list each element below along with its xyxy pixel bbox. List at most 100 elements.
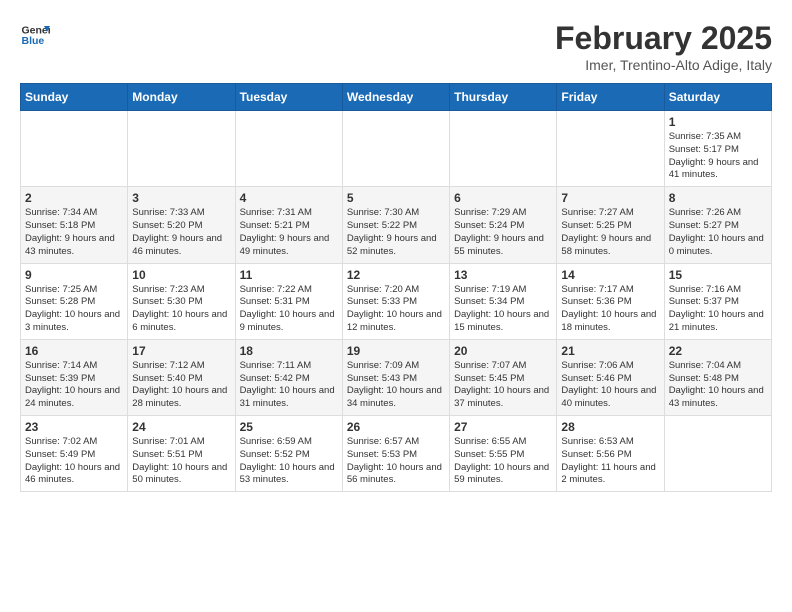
day-info: Sunrise: 7:11 AM Sunset: 5:42 PM Dayligh… bbox=[240, 360, 338, 411]
calendar-cell bbox=[664, 416, 771, 492]
day-info: Sunrise: 7:12 AM Sunset: 5:40 PM Dayligh… bbox=[132, 360, 230, 411]
day-number: 23 bbox=[25, 420, 123, 434]
calendar-week-row: 1 Sunrise: 7:35 AM Sunset: 5:17 PM Daylig… bbox=[21, 111, 772, 187]
calendar-cell: 28 Sunrise: 6:53 AM Sunset: 5:56 PM Dayli… bbox=[557, 416, 664, 492]
calendar-cell: 1 Sunrise: 7:35 AM Sunset: 5:17 PM Daylig… bbox=[664, 111, 771, 187]
calendar-cell bbox=[21, 111, 128, 187]
col-header-friday: Friday bbox=[557, 84, 664, 111]
col-header-thursday: Thursday bbox=[450, 84, 557, 111]
calendar-table: SundayMondayTuesdayWednesdayThursdayFrid… bbox=[20, 83, 772, 492]
day-number: 21 bbox=[561, 344, 659, 358]
day-info: Sunrise: 6:59 AM Sunset: 5:52 PM Dayligh… bbox=[240, 436, 338, 487]
day-number: 18 bbox=[240, 344, 338, 358]
calendar-cell: 20 Sunrise: 7:07 AM Sunset: 5:45 PM Dayli… bbox=[450, 339, 557, 415]
calendar-header-row: SundayMondayTuesdayWednesdayThursdayFrid… bbox=[21, 84, 772, 111]
title-block: February 2025 Imer, Trentino-Alto Adige,… bbox=[555, 20, 772, 73]
day-number: 15 bbox=[669, 268, 767, 282]
day-number: 28 bbox=[561, 420, 659, 434]
day-number: 2 bbox=[25, 191, 123, 205]
day-info: Sunrise: 7:19 AM Sunset: 5:34 PM Dayligh… bbox=[454, 284, 552, 335]
day-info: Sunrise: 7:35 AM Sunset: 5:17 PM Dayligh… bbox=[669, 131, 767, 182]
calendar-cell: 12 Sunrise: 7:20 AM Sunset: 5:33 PM Dayli… bbox=[342, 263, 449, 339]
day-info: Sunrise: 6:57 AM Sunset: 5:53 PM Dayligh… bbox=[347, 436, 445, 487]
day-info: Sunrise: 7:34 AM Sunset: 5:18 PM Dayligh… bbox=[25, 207, 123, 258]
col-header-monday: Monday bbox=[128, 84, 235, 111]
calendar-week-row: 16Sunrise: 7:14 AM Sunset: 5:39 PM Dayli… bbox=[21, 339, 772, 415]
calendar-week-row: 9 Sunrise: 7:25 AM Sunset: 5:28 PM Daylig… bbox=[21, 263, 772, 339]
day-number: 9 bbox=[25, 268, 123, 282]
calendar-cell: 14 Sunrise: 7:17 AM Sunset: 5:36 PM Dayli… bbox=[557, 263, 664, 339]
day-info: Sunrise: 7:09 AM Sunset: 5:43 PM Dayligh… bbox=[347, 360, 445, 411]
logo: General Blue bbox=[20, 20, 50, 50]
day-info: Sunrise: 7:22 AM Sunset: 5:31 PM Dayligh… bbox=[240, 284, 338, 335]
calendar-cell: 3 Sunrise: 7:33 AM Sunset: 5:20 PM Daylig… bbox=[128, 187, 235, 263]
calendar-cell: 2 Sunrise: 7:34 AM Sunset: 5:18 PM Daylig… bbox=[21, 187, 128, 263]
day-info: Sunrise: 7:20 AM Sunset: 5:33 PM Dayligh… bbox=[347, 284, 445, 335]
calendar-cell bbox=[557, 111, 664, 187]
day-info: Sunrise: 7:27 AM Sunset: 5:25 PM Dayligh… bbox=[561, 207, 659, 258]
day-number: 12 bbox=[347, 268, 445, 282]
day-info: Sunrise: 7:29 AM Sunset: 5:24 PM Dayligh… bbox=[454, 207, 552, 258]
day-info: Sunrise: 7:16 AM Sunset: 5:37 PM Dayligh… bbox=[669, 284, 767, 335]
day-number: 6 bbox=[454, 191, 552, 205]
day-number: 10 bbox=[132, 268, 230, 282]
calendar-cell: 9 Sunrise: 7:25 AM Sunset: 5:28 PM Daylig… bbox=[21, 263, 128, 339]
calendar-cell bbox=[342, 111, 449, 187]
day-number: 27 bbox=[454, 420, 552, 434]
calendar-cell: 17 Sunrise: 7:12 AM Sunset: 5:40 PM Dayli… bbox=[128, 339, 235, 415]
day-info: Sunrise: 7:14 AM Sunset: 5:39 PM Dayligh… bbox=[25, 360, 123, 411]
calendar-cell: 15 Sunrise: 7:16 AM Sunset: 5:37 PM Dayli… bbox=[664, 263, 771, 339]
day-number: 14 bbox=[561, 268, 659, 282]
calendar-week-row: 2 Sunrise: 7:34 AM Sunset: 5:18 PM Daylig… bbox=[21, 187, 772, 263]
calendar-cell: 18 Sunrise: 7:11 AM Sunset: 5:42 PM Dayli… bbox=[235, 339, 342, 415]
calendar-week-row: 23Sunrise: 7:02 AM Sunset: 5:49 PM Dayli… bbox=[21, 416, 772, 492]
calendar-cell: 21 Sunrise: 7:06 AM Sunset: 5:46 PM Dayli… bbox=[557, 339, 664, 415]
day-info: Sunrise: 6:55 AM Sunset: 5:55 PM Dayligh… bbox=[454, 436, 552, 487]
calendar-cell: 27 Sunrise: 6:55 AM Sunset: 5:55 PM Dayli… bbox=[450, 416, 557, 492]
day-info: Sunrise: 7:17 AM Sunset: 5:36 PM Dayligh… bbox=[561, 284, 659, 335]
calendar-cell bbox=[235, 111, 342, 187]
col-header-wednesday: Wednesday bbox=[342, 84, 449, 111]
day-info: Sunrise: 7:25 AM Sunset: 5:28 PM Dayligh… bbox=[25, 284, 123, 335]
day-number: 4 bbox=[240, 191, 338, 205]
day-number: 19 bbox=[347, 344, 445, 358]
calendar-cell: 23Sunrise: 7:02 AM Sunset: 5:49 PM Dayli… bbox=[21, 416, 128, 492]
day-number: 11 bbox=[240, 268, 338, 282]
col-header-saturday: Saturday bbox=[664, 84, 771, 111]
day-number: 8 bbox=[669, 191, 767, 205]
calendar-cell: 6 Sunrise: 7:29 AM Sunset: 5:24 PM Daylig… bbox=[450, 187, 557, 263]
day-info: Sunrise: 7:26 AM Sunset: 5:27 PM Dayligh… bbox=[669, 207, 767, 258]
calendar-cell bbox=[128, 111, 235, 187]
day-number: 3 bbox=[132, 191, 230, 205]
calendar-cell: 7 Sunrise: 7:27 AM Sunset: 5:25 PM Daylig… bbox=[557, 187, 664, 263]
day-number: 7 bbox=[561, 191, 659, 205]
day-info: Sunrise: 7:06 AM Sunset: 5:46 PM Dayligh… bbox=[561, 360, 659, 411]
col-header-sunday: Sunday bbox=[21, 84, 128, 111]
day-number: 26 bbox=[347, 420, 445, 434]
location-subtitle: Imer, Trentino-Alto Adige, Italy bbox=[555, 57, 772, 73]
day-info: Sunrise: 7:07 AM Sunset: 5:45 PM Dayligh… bbox=[454, 360, 552, 411]
calendar-cell: 19 Sunrise: 7:09 AM Sunset: 5:43 PM Dayli… bbox=[342, 339, 449, 415]
calendar-cell: 16Sunrise: 7:14 AM Sunset: 5:39 PM Dayli… bbox=[21, 339, 128, 415]
day-number: 25 bbox=[240, 420, 338, 434]
col-header-tuesday: Tuesday bbox=[235, 84, 342, 111]
calendar-cell: 26 Sunrise: 6:57 AM Sunset: 5:53 PM Dayli… bbox=[342, 416, 449, 492]
day-info: Sunrise: 7:04 AM Sunset: 5:48 PM Dayligh… bbox=[669, 360, 767, 411]
day-number: 13 bbox=[454, 268, 552, 282]
day-number: 24 bbox=[132, 420, 230, 434]
day-number: 1 bbox=[669, 115, 767, 129]
month-title: February 2025 bbox=[555, 20, 772, 57]
day-number: 20 bbox=[454, 344, 552, 358]
calendar-cell: 25 Sunrise: 6:59 AM Sunset: 5:52 PM Dayli… bbox=[235, 416, 342, 492]
day-number: 5 bbox=[347, 191, 445, 205]
day-info: Sunrise: 6:53 AM Sunset: 5:56 PM Dayligh… bbox=[561, 436, 659, 487]
calendar-cell: 22Sunrise: 7:04 AM Sunset: 5:48 PM Dayli… bbox=[664, 339, 771, 415]
day-info: Sunrise: 7:33 AM Sunset: 5:20 PM Dayligh… bbox=[132, 207, 230, 258]
calendar-cell bbox=[450, 111, 557, 187]
day-number: 17 bbox=[132, 344, 230, 358]
logo-icon: General Blue bbox=[20, 20, 50, 50]
day-info: Sunrise: 7:01 AM Sunset: 5:51 PM Dayligh… bbox=[132, 436, 230, 487]
page-header: General Blue February 2025 Imer, Trentin… bbox=[20, 20, 772, 73]
calendar-cell: 5Sunrise: 7:30 AM Sunset: 5:22 PM Daylig… bbox=[342, 187, 449, 263]
day-info: Sunrise: 7:31 AM Sunset: 5:21 PM Dayligh… bbox=[240, 207, 338, 258]
